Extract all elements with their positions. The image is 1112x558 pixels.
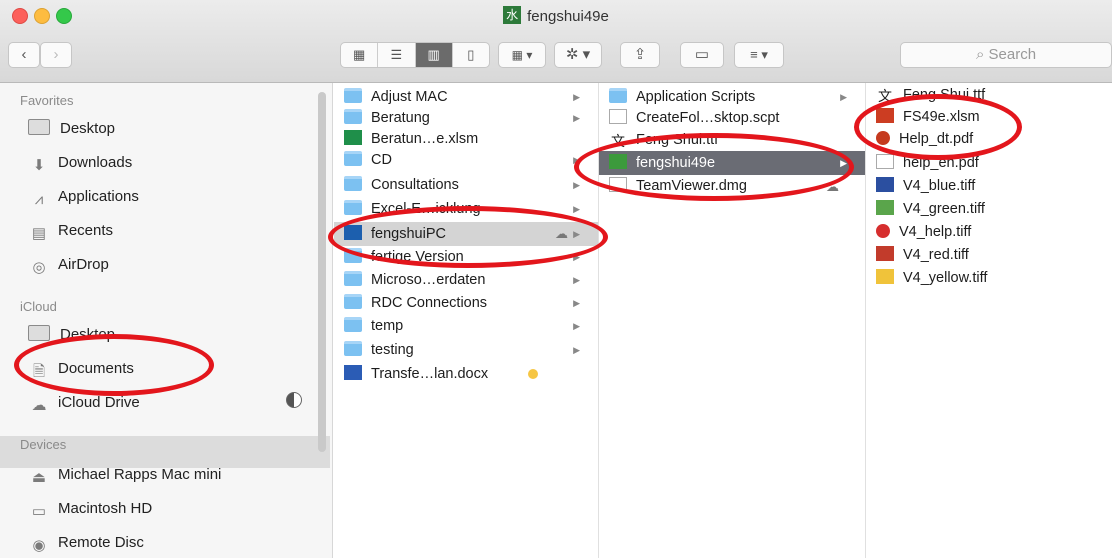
word-file-icon: [344, 365, 362, 380]
search-placeholder: Search: [988, 46, 1037, 63]
window-title: fengshui49e: [0, 6, 1112, 25]
list-view-icon[interactable]: ☰: [378, 43, 416, 67]
gallery-view-icon[interactable]: ▯: [453, 43, 489, 67]
list-item[interactable]: Microso…erdaten ▶: [334, 270, 598, 291]
sidebar-scrollbar[interactable]: [318, 92, 326, 452]
list-item[interactable]: Beratung ▶: [334, 108, 598, 129]
image-file-icon: [876, 246, 894, 261]
sort-button[interactable]: ≡ ▾: [734, 42, 784, 68]
sort-icon: ≡ ▾: [750, 47, 768, 62]
chevron-right-icon: ▶: [573, 92, 580, 102]
list-item[interactable]: Application Scripts ▶: [599, 87, 865, 108]
annotation-ellipse-fs49e: [854, 94, 1022, 160]
chevron-right-icon: ▶: [573, 180, 580, 190]
computer-icon: ⏏: [31, 469, 47, 486]
folder-icon: [344, 200, 362, 215]
forward-button[interactable]: ›: [40, 42, 72, 68]
image-file-icon: [876, 200, 894, 215]
action-button[interactable]: ✲ ▾: [554, 42, 602, 68]
chevron-right-icon: ▶: [840, 92, 847, 102]
toolbar: fengshui49e ‹ › ▦ ☰ ▥ ▯ ▦ ▾ ✲ ▾ ⇪ ▭ ≡ ▾ …: [0, 0, 1112, 83]
list-item[interactable]: testing ▶: [334, 340, 598, 361]
folder-icon: [344, 317, 362, 332]
icloud-progress-icon: [286, 392, 302, 408]
column-1: Adjust MAC ▶ Beratung ▶ Beratun…e.xlsm CD ▶…: [334, 83, 599, 558]
list-item[interactable]: V4_red.tiff: [866, 245, 1112, 266]
desktop-icon: [28, 119, 50, 135]
arrange-icon: ▦ ▾: [511, 48, 533, 62]
sidebar-header-devices: Devices: [20, 437, 67, 452]
image-file-icon: [876, 269, 894, 284]
image-file-icon: [876, 177, 894, 192]
cloud-icon: ☁: [31, 397, 47, 414]
list-item[interactable]: V4_yellow.tiff: [866, 268, 1112, 289]
chevron-right-icon: ▶: [573, 298, 580, 308]
list-item[interactable]: V4_help.tiff: [866, 222, 1112, 243]
disc-icon: ◉: [32, 537, 46, 554]
sidebar-item-macintosh-hd[interactable]: ▭ Macintosh HD: [28, 497, 152, 521]
folder-icon: [609, 88, 627, 103]
share-button[interactable]: ⇪: [620, 42, 660, 68]
image-file-icon: [876, 224, 890, 238]
folder-icon: [344, 271, 362, 286]
airdrop-icon: ◎: [32, 259, 46, 276]
chevron-right-icon: ▶: [573, 321, 580, 331]
folder-icon: [344, 109, 362, 124]
list-item[interactable]: Beratun…e.xlsm: [334, 129, 598, 150]
arrange-button[interactable]: ▦ ▾: [498, 42, 546, 68]
excel-file-icon: [344, 130, 362, 145]
search-icon: ⌕: [975, 46, 985, 63]
back-button[interactable]: ‹: [8, 42, 40, 68]
pdf-file-icon: [876, 154, 894, 169]
list-item[interactable]: Transfe…lan.docx: [334, 364, 598, 385]
share-icon: ⇪: [633, 46, 647, 63]
icon-view-icon[interactable]: ▦: [341, 43, 379, 67]
yellow-tag-dot: [528, 369, 538, 379]
downloads-icon: ⬇: [32, 157, 46, 174]
list-item[interactable]: RDC Connections ▶: [334, 293, 598, 314]
folder-icon: [344, 294, 362, 309]
chevron-right-icon: ▶: [573, 275, 580, 285]
sidebar-item-remote-disc[interactable]: ◉ Remote Disc: [28, 531, 143, 555]
column-view-icon[interactable]: ▥: [415, 43, 453, 67]
gear-icon: ✲ ▾: [565, 46, 591, 63]
list-item[interactable]: Consultations ▶: [334, 175, 598, 196]
annotation-ellipse-documents: [14, 334, 214, 396]
list-item[interactable]: V4_blue.tiff: [866, 176, 1112, 197]
sidebar-item-downloads[interactable]: ⬇ Downloads: [28, 151, 133, 175]
folder-icon: [344, 88, 362, 103]
search-field[interactable]: ⌕ Search: [900, 42, 1112, 68]
folder-icon: [344, 151, 362, 166]
sidebar-item-mac-mini[interactable]: ⏏ Michael Rapps Mac mini: [28, 463, 221, 487]
folder-icon: [344, 176, 362, 191]
recents-icon: ▤: [31, 225, 47, 242]
desktop-icon: [28, 325, 50, 341]
annotation-ellipse-fengshuipc: [328, 206, 608, 268]
sidebar-item-recents[interactable]: ▤ Recents: [28, 219, 113, 243]
disk-icon: ▭: [31, 503, 47, 520]
list-item[interactable]: temp ▶: [334, 316, 598, 337]
list-item[interactable]: V4_green.tiff: [866, 199, 1112, 220]
new-folder-button[interactable]: ▭: [680, 42, 724, 68]
applications-icon: ⩘: [34, 191, 44, 208]
sidebar-item-applications[interactable]: ⩘ Applications: [28, 185, 139, 209]
script-file-icon: [609, 109, 627, 124]
list-item[interactable]: CreateFol…sktop.scpt: [599, 108, 865, 129]
list-item[interactable]: CD ▶: [334, 150, 598, 171]
chevron-right-icon: ▶: [573, 345, 580, 355]
sidebar-item-airdrop[interactable]: ◎ AirDrop: [28, 253, 108, 277]
view-mode-group: ▦ ☰ ▥ ▯: [340, 42, 490, 68]
chevron-right-icon: ▶: [573, 113, 580, 123]
folder-plus-icon: ▭: [694, 46, 710, 63]
list-item[interactable]: Adjust MAC ▶: [334, 87, 598, 108]
sidebar: Favorites Desktop ⬇ Downloads ⩘ Applicatio…: [0, 83, 333, 558]
sidebar-header-icloud: iCloud: [20, 299, 57, 314]
sidebar-item-desktop[interactable]: Desktop: [28, 117, 115, 141]
folder-icon: [344, 341, 362, 356]
sidebar-header-favorites: Favorites: [20, 93, 74, 108]
annotation-ellipse-fengshui49e: [574, 133, 854, 201]
fengshui-app-icon: [503, 6, 522, 24]
